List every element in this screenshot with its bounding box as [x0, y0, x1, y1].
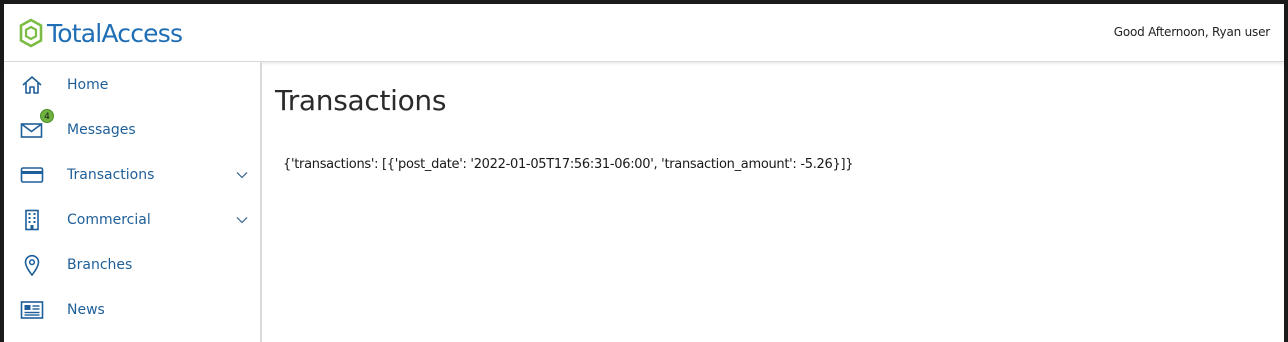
sidebar-item-label: Transactions: [67, 166, 155, 183]
brand-logo[interactable]: TotalAccess: [18, 16, 183, 50]
sidebar-item-transactions[interactable]: Transactions: [4, 152, 260, 197]
sidebar-item-label: Messages: [67, 121, 136, 138]
building-icon: [20, 209, 44, 231]
page-title: Transactions: [275, 84, 447, 117]
main-content: Transactions {'transactions': [{'post_da…: [262, 62, 1284, 342]
sidebar-nav: Home 4 Messages Transactions Commercial …: [4, 62, 262, 342]
newspaper-icon: [20, 299, 44, 321]
sidebar-item-label: Home: [67, 76, 109, 93]
sidebar-item-branches[interactable]: Branches: [4, 242, 260, 287]
sidebar-item-home[interactable]: Home: [4, 62, 260, 107]
brand-name: TotalAccess: [47, 18, 183, 48]
user-greeting: Good Afternoon, Ryan user: [1113, 25, 1270, 39]
chevron-down-icon[interactable]: [236, 171, 248, 179]
top-header: TotalAccess Good Afternoon, Ryan user: [4, 4, 1284, 62]
hexagon-logo-icon: [19, 18, 43, 48]
sidebar-item-label: News: [67, 301, 105, 318]
sidebar-item-label: Commercial: [67, 211, 151, 228]
envelope-icon: [20, 119, 44, 141]
chevron-down-icon[interactable]: [236, 216, 248, 224]
transactions-output: {'transactions': [{'post_date': '2022-01…: [283, 157, 854, 172]
sidebar-item-news[interactable]: News: [4, 287, 260, 332]
sidebar-item-label: Branches: [67, 256, 133, 273]
credit-card-icon: [20, 164, 44, 186]
home-icon: [20, 74, 44, 96]
unread-count-badge: 4: [40, 109, 54, 123]
map-pin-icon: [20, 254, 44, 276]
sidebar-item-commercial[interactable]: Commercial: [4, 197, 260, 242]
sidebar-item-messages[interactable]: 4 Messages: [4, 107, 260, 152]
